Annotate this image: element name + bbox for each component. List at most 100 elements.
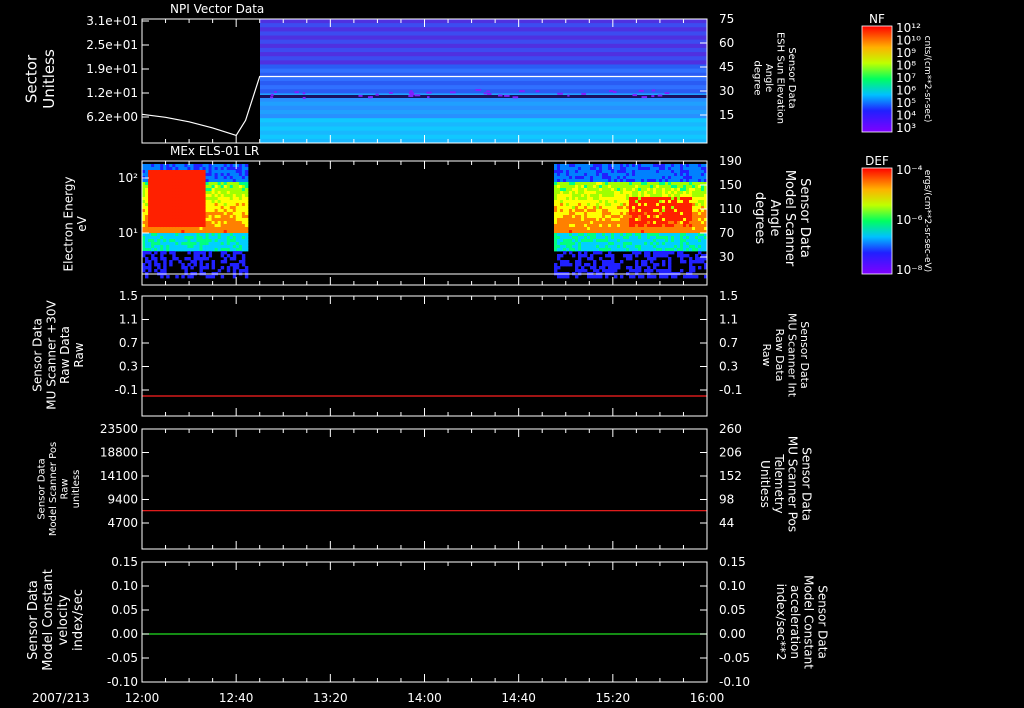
spectrogram-cell [689,170,693,174]
spectrogram-cell [659,251,663,255]
spectrogram-cell [584,197,588,201]
spectrogram-cell [235,194,240,198]
spectrogram-cell [142,179,146,183]
spectrogram-cell [202,185,206,189]
spectrogram-cell [605,248,609,252]
spectrogram-cell [677,251,681,255]
spectrogram-cell [557,188,561,192]
spectrogram-cell [205,236,210,240]
spectrogram-cell [668,248,672,252]
heatmap-row [260,56,707,61]
spectrogram-cell [692,173,696,177]
spectrogram-cell [683,179,687,183]
spectrogram-cell [677,176,681,180]
spectrogram-cell [611,197,615,201]
spectrogram-cell [608,245,612,249]
spectrogram-cell [199,170,203,174]
spectrogram-cell [178,221,182,225]
spectrogram-cell [220,167,225,171]
spectrogram-cell [572,173,576,177]
spectrogram-cell [665,275,669,279]
y2-axis-label-line: Telemetry [772,453,786,513]
spectrogram-cell [596,233,600,237]
spectrogram-cell [199,176,203,180]
spectrogram-cell [689,257,693,261]
spectrogram-cell [683,200,687,204]
spectrogram-cell [214,179,219,183]
spectrogram-cell [232,170,237,174]
spectrogram-cell [611,221,615,225]
spectrogram-cell [148,191,152,195]
spectrogram-cell [638,203,642,207]
spectrogram-cell [211,212,216,216]
spectrogram-cell [208,221,213,225]
spectrogram-cell [623,230,627,234]
spectrogram-cell [166,197,170,201]
spectrogram-cell [644,233,648,237]
spectrogram-cell [217,224,222,228]
spectrogram-cell [617,173,621,177]
spectrogram-cell [629,191,633,195]
spectrogram-cell [151,170,155,174]
heatmap-row [260,134,707,140]
spectrogram-cell [626,197,630,201]
spectrogram-cell [596,212,600,216]
spectrogram-cell [647,176,651,180]
spectrogram-cell [590,233,594,237]
spectrogram-cell [674,209,678,213]
spectrogram-cell [680,251,684,255]
spectrogram-cell [638,164,642,168]
spectrogram-cell [205,215,210,219]
spectrogram-cell [187,197,191,201]
spectrogram-cell [683,176,687,180]
spectrogram-cell [169,164,173,168]
spectrogram-cell [662,185,666,189]
spectrogram-cell [199,206,203,210]
spectrogram-cell [229,257,234,261]
spectrogram-cell [701,236,705,240]
spectrogram-cell [698,185,702,189]
spectrogram-cell [202,167,206,171]
spectrogram-cell [190,245,194,249]
spectrogram-cell [650,269,654,273]
spectrogram-cell [151,233,155,237]
spectrogram-cell [220,173,225,177]
spectrogram-cell [220,251,225,255]
spectrogram-cell [671,242,675,246]
spectrogram-cell [695,227,699,231]
spectrogram-cell [668,224,672,228]
spectrogram-cell [560,215,564,219]
spectrogram-cell [557,179,561,183]
spectrogram-cell [584,212,588,216]
spectrogram-cell [169,179,173,183]
heatmap-row [260,85,707,90]
spectrogram-cell [620,176,624,180]
heatmap-speck [519,90,525,93]
spectrogram-cell [632,212,636,216]
spectrogram-cell [569,221,573,225]
spectrogram-cell [238,191,243,195]
spectrogram-cell [184,245,188,249]
spectrogram-cell [160,275,164,279]
spectrogram-cell [650,242,654,246]
spectrogram-cell [157,233,161,237]
spectrogram-cell [674,173,678,177]
spectrogram-cell [686,197,690,201]
spectrogram-cell [223,236,228,240]
spectrogram-cell [629,206,633,210]
spectrogram-cell [208,236,213,240]
spectrogram-cell [554,227,558,231]
spectrogram-cell [584,254,588,258]
spectrogram-cell [662,251,666,255]
spectrogram-cell [151,230,155,234]
spectrogram-cell [659,275,663,279]
spectrogram-cell [665,200,669,204]
spectrogram-cell [593,212,597,216]
spectrogram-cell [154,179,158,183]
spectrogram-cell [590,167,594,171]
spectrogram-cell [157,164,161,168]
spectrogram-cell [199,164,203,168]
spectrogram-cell [692,260,696,264]
spectrogram-cell [223,242,228,246]
y-axis-label-line: Sensor Data [36,458,47,519]
